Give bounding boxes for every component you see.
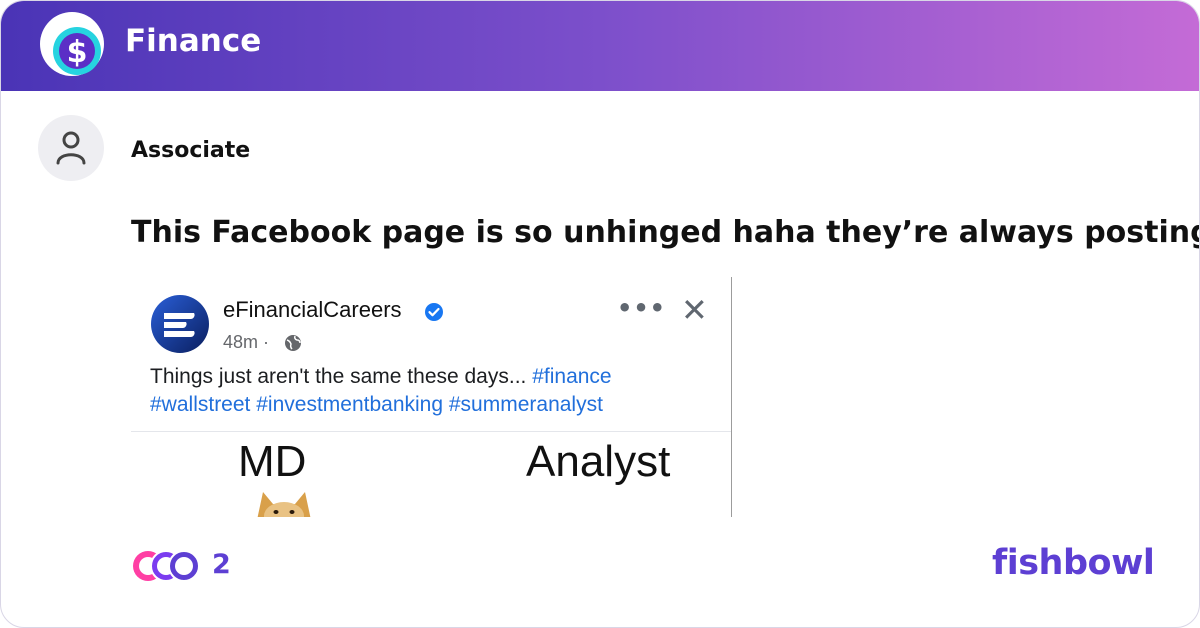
verified-badge-icon — [425, 303, 443, 321]
close-icon: ✕ — [681, 292, 708, 328]
hashtag: #summeranalyst — [448, 393, 603, 416]
post-time-value: 48m — [223, 332, 259, 352]
doge-meme-image — [257, 492, 311, 517]
avatar[interactable] — [38, 115, 104, 181]
post-time: 48m · — [223, 332, 269, 353]
facebook-page-name: eFinancialCareers — [223, 297, 402, 322]
hashtag: #finance — [532, 365, 612, 388]
hashtag: #wallstreet — [150, 393, 251, 416]
divider — [131, 431, 731, 432]
facebook-caption: Things just aren't the same these days..… — [150, 363, 720, 419]
dollar-coin-icon: $ — [40, 12, 104, 76]
post-title[interactable]: This Facebook page is so unhinged haha t… — [131, 215, 1199, 250]
reactions-icon[interactable] — [131, 549, 201, 583]
channel-header[interactable]: $ Finance — [1, 1, 1199, 91]
more-options-icon: ••• — [617, 294, 667, 322]
channel-name[interactable]: Finance — [125, 23, 261, 59]
globe-icon — [285, 335, 301, 351]
user-icon — [56, 131, 86, 165]
svg-text:$: $ — [67, 35, 88, 70]
author-name[interactable]: Associate — [131, 138, 250, 163]
time-separator: · — [258, 332, 270, 352]
post-card[interactable]: $ Finance Associate This Facebook page i… — [0, 0, 1200, 628]
caption-text: Things just aren't the same these days..… — [150, 365, 533, 388]
efinancialcareers-logo-icon — [151, 295, 209, 353]
fishbowl-logo: fishbowl — [992, 543, 1155, 583]
meme-right-label: Analyst — [526, 437, 671, 486]
hashtag: #investmentbanking — [256, 393, 444, 416]
post-image[interactable]: eFinancialCareers 48m · ••• ✕ Things jus… — [131, 277, 732, 517]
reaction-count[interactable]: 2 — [212, 549, 231, 580]
